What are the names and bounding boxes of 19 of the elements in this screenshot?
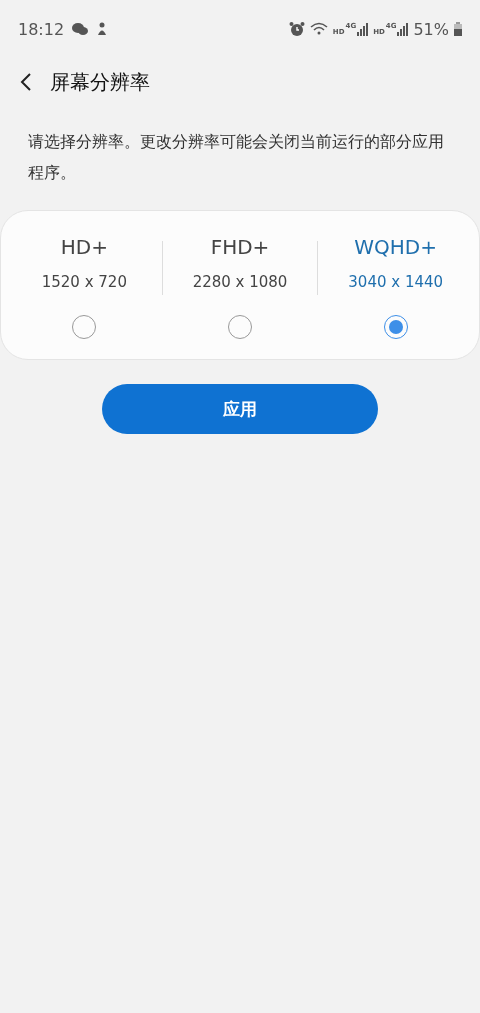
- resolution-size: 1520 x 720: [41, 273, 127, 291]
- resolution-name: HD+: [60, 235, 108, 259]
- alarm-icon: [288, 21, 305, 37]
- signal-icon: [397, 22, 409, 36]
- back-icon[interactable]: [20, 72, 32, 92]
- battery-icon: [454, 22, 462, 36]
- wifi-icon: [309, 21, 328, 37]
- apply-button[interactable]: 应用: [102, 384, 378, 434]
- battery-percent: 51%: [413, 19, 449, 39]
- page-title: 屏幕分辨率: [50, 68, 150, 96]
- resolution-name: FHD+: [210, 235, 270, 259]
- resolution-size: 2280 x 1080: [192, 273, 288, 291]
- status-time: 18:12: [18, 19, 65, 39]
- description: 请选择分辨率。更改分辨率可能会关闭当前运行的部分应用程序。: [28, 131, 445, 184]
- figure-icon: [96, 22, 109, 36]
- resolution-name: WQHD+: [354, 235, 438, 259]
- signal-icon: [357, 22, 369, 36]
- chat-icon: [72, 22, 89, 36]
- resolution-size: 3040 x 1440: [348, 273, 444, 291]
